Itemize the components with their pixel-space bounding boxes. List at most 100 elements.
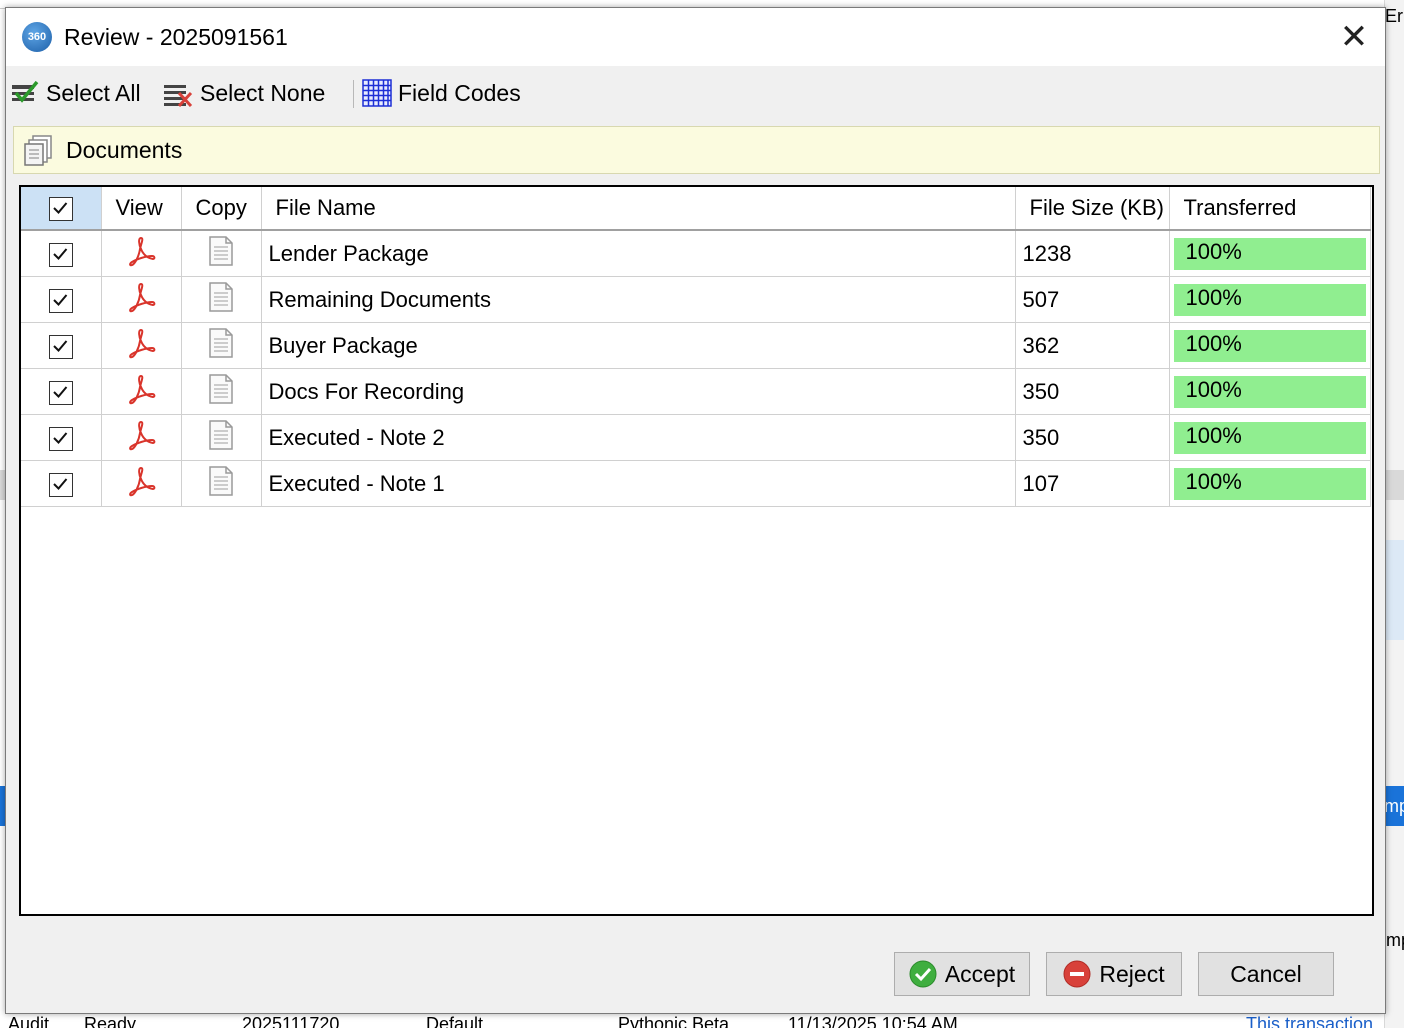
progress-label: 100% [1185, 330, 1242, 356]
row-checkbox[interactable] [48, 242, 73, 267]
table-body: Lender Package 1238 100% Remaining Document… [21, 230, 1371, 507]
transferred-cell: 100% [1169, 414, 1371, 461]
header-checkbox[interactable] [48, 197, 73, 222]
reject-minus-icon [1063, 960, 1091, 988]
copy-cell[interactable] [181, 460, 262, 507]
background-band [1384, 470, 1404, 500]
pdf-icon [129, 282, 156, 312]
background-right-strip [1384, 0, 1404, 1028]
pdf-icon [129, 236, 156, 266]
row-select-cell[interactable] [21, 230, 102, 277]
view-pdf-cell[interactable] [101, 460, 182, 507]
review-dialog: 360 Review - 2025091561 ✕ Select All Sel… [5, 7, 1386, 1014]
copy-document-icon [209, 373, 233, 404]
file-name-cell: Docs For Recording [261, 368, 1016, 415]
file-name-cell: Buyer Package [261, 322, 1016, 369]
row-select-cell[interactable] [21, 460, 102, 507]
column-header-file-name[interactable]: File Name [261, 187, 1016, 231]
view-pdf-cell[interactable] [101, 322, 182, 369]
header-select-all-checkbox-cell[interactable] [21, 187, 102, 231]
background-cell: Pythonic Beta [618, 1014, 730, 1028]
row-select-cell[interactable] [21, 414, 102, 461]
background-right-text: Er [1385, 6, 1403, 26]
accept-button[interactable]: Accept [894, 952, 1030, 996]
file-size-cell: 1238 [1015, 230, 1170, 277]
progress-label: 100% [1185, 422, 1242, 448]
column-header-file-size[interactable]: File Size (KB) [1015, 187, 1170, 231]
row-checkbox[interactable] [48, 288, 73, 313]
file-size-cell: 362 [1015, 322, 1170, 369]
table-row[interactable]: Buyer Package 362 100% [21, 322, 1371, 369]
background-cell: Audit [8, 1014, 50, 1028]
checkmark-icon [53, 339, 68, 352]
cancel-label: Cancel [1230, 960, 1302, 987]
select-none-button[interactable]: Select None [162, 78, 325, 108]
background-table-row[interactable]: Audit Ready 2025111720 Default Pythonic … [0, 1012, 1404, 1028]
table-row[interactable]: Executed - Note 2 350 100% [21, 414, 1371, 461]
copy-document-icon [209, 327, 233, 358]
row-checkbox[interactable] [48, 334, 73, 359]
table-row[interactable]: Remaining Documents 507 100% [21, 276, 1371, 323]
row-select-cell[interactable] [21, 322, 102, 369]
row-checkbox[interactable] [48, 472, 73, 497]
transfer-progress-bar: 100% [1173, 375, 1366, 408]
transfer-progress-bar: 100% [1173, 237, 1366, 270]
view-pdf-cell[interactable] [101, 368, 182, 415]
copy-cell[interactable] [181, 230, 262, 277]
progress-label: 100% [1185, 376, 1242, 402]
background-link[interactable]: This transaction [1246, 1014, 1373, 1028]
file-size-cell: 350 [1015, 414, 1170, 461]
background-cell: Default [426, 1014, 484, 1028]
transfer-progress-bar: 100% [1173, 421, 1366, 454]
reject-label: Reject [1099, 960, 1165, 987]
table-row[interactable]: Executed - Note 1 107 100% [21, 460, 1371, 507]
transferred-cell: 100% [1169, 276, 1371, 323]
transferred-cell: 100% [1169, 460, 1371, 507]
background-selected-row[interactable]: mp [1384, 786, 1404, 826]
documents-section-header: Documents [13, 126, 1380, 174]
copy-cell[interactable] [181, 368, 262, 415]
select-all-icon [12, 80, 39, 103]
select-all-label: Select All [46, 79, 141, 106]
file-name-cell: Executed - Note 1 [261, 460, 1016, 507]
progress-label: 100% [1185, 238, 1242, 264]
close-button[interactable]: ✕ [1332, 18, 1376, 58]
field-codes-grid-icon [362, 79, 392, 107]
toolbar-separator [353, 80, 354, 108]
title-bar[interactable]: 360 Review - 2025091561 ✕ [6, 8, 1385, 66]
reject-button[interactable]: Reject [1046, 952, 1182, 996]
copy-cell[interactable] [181, 322, 262, 369]
table-header-row: View Copy File Name File Size (KB) Trans… [21, 187, 1371, 231]
pdf-icon [129, 328, 156, 358]
documents-table: View Copy File Name File Size (KB) Trans… [21, 187, 1371, 507]
column-header-view[interactable]: View [101, 187, 182, 231]
row-select-cell[interactable] [21, 368, 102, 415]
column-header-transferred[interactable]: Transferred [1169, 187, 1371, 231]
checkmark-icon [53, 431, 68, 444]
accept-check-icon [909, 960, 937, 988]
background-row-text: mp [1386, 930, 1404, 950]
toolbar: Select All Select None Field Codes [6, 66, 1385, 120]
background-panel [1384, 540, 1404, 640]
checkmark-icon [53, 385, 68, 398]
row-select-cell[interactable] [21, 276, 102, 323]
documents-grid: View Copy File Name File Size (KB) Trans… [19, 185, 1374, 916]
view-pdf-cell[interactable] [101, 230, 182, 277]
copy-cell[interactable] [181, 276, 262, 323]
table-row[interactable]: Lender Package 1238 100% [21, 230, 1371, 277]
copy-cell[interactable] [181, 414, 262, 461]
row-checkbox[interactable] [48, 426, 73, 451]
view-pdf-cell[interactable] [101, 414, 182, 461]
select-all-button[interactable]: Select All [10, 78, 141, 108]
accept-label: Accept [944, 960, 1016, 987]
progress-label: 100% [1185, 468, 1242, 494]
view-pdf-cell[interactable] [101, 276, 182, 323]
column-header-copy[interactable]: Copy [181, 187, 262, 231]
cancel-button[interactable]: Cancel [1198, 952, 1334, 996]
background-cell: Ready [84, 1014, 137, 1028]
row-checkbox[interactable] [48, 380, 73, 405]
field-codes-button[interactable]: Field Codes [362, 78, 521, 108]
background-cell: 2025111720 [242, 1014, 340, 1028]
table-row[interactable]: Docs For Recording 350 100% [21, 368, 1371, 415]
select-none-label: Select None [200, 79, 326, 106]
